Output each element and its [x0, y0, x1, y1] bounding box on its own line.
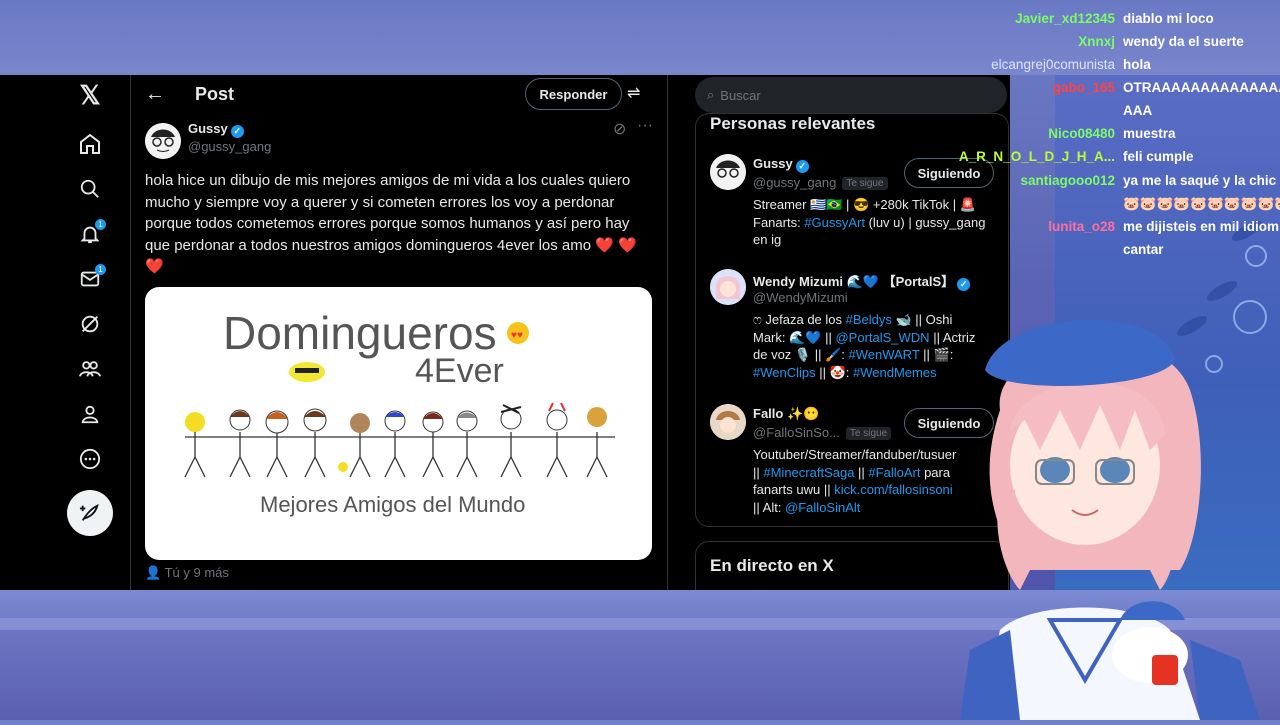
- notification-badge: 1: [95, 219, 106, 230]
- author-avatar[interactable]: [145, 123, 181, 159]
- chat-text: diablo mi loco: [1123, 11, 1214, 26]
- back-arrow-icon[interactable]: ←: [145, 83, 165, 106]
- person-handle[interactable]: @FalloSinSo... Te sigue: [753, 425, 892, 440]
- person-handle[interactable]: @WendyMizumi: [753, 290, 848, 305]
- page-title: Post: [195, 84, 235, 104]
- home-icon[interactable]: [74, 128, 106, 160]
- chat-message: santiagooo012 ya me la saqué y la chic: [960, 173, 1280, 193]
- chat-text: muestra: [1123, 126, 1176, 141]
- hashtag-link[interactable]: #MinecraftSaga: [763, 465, 854, 480]
- chat-message: Nico08480 muestra: [960, 126, 1280, 146]
- chat-text: me dijisteis en mil idiom: [1123, 219, 1280, 234]
- hashtag-link[interactable]: #WenWART: [849, 347, 920, 362]
- svg-text:♥♥: ♥♥: [511, 330, 523, 341]
- person-name[interactable]: Gussy ✓: [753, 156, 809, 173]
- verified-badge-icon: ✓: [795, 160, 809, 173]
- x-logo-icon[interactable]: 𝕏: [74, 79, 106, 111]
- post-detail-column: ← Post Responder ⇌ Gussy ✓ @gussy_gang ⊘ …: [131, 75, 668, 590]
- person-avatar[interactable]: [710, 404, 746, 440]
- mention-link[interactable]: @PortalS_WDN: [835, 330, 929, 345]
- more-options-icon[interactable]: ···: [637, 117, 653, 135]
- hashtag-link[interactable]: #FalloArt: [868, 465, 920, 480]
- relevant-people-title: Personas relevantes: [710, 114, 876, 133]
- chat-message: A_R_N_O_L_D_J_H_A... feli cumple: [958, 149, 1280, 169]
- chat-text: wendy da el suerte: [1123, 34, 1244, 49]
- author-handle[interactable]: @gussy_gang: [188, 139, 271, 154]
- chat-message: lunita_o28 me dijisteis en mil idiom: [960, 219, 1280, 239]
- post-body: hola hice un dibujo de mis mejores amigo…: [145, 172, 631, 254]
- post-text: hola hice un dibujo de mis mejores amigo…: [145, 170, 655, 278]
- person-icon: 👤: [145, 565, 165, 580]
- hashtag-link[interactable]: #WenClips: [753, 365, 816, 380]
- person-avatar[interactable]: [710, 269, 746, 305]
- chat-text: AAA: [1123, 103, 1153, 118]
- people-icon[interactable]: [74, 353, 106, 385]
- chat-username: Xnnxj: [1078, 34, 1115, 49]
- mention-link[interactable]: @FalloSinAlt: [785, 500, 860, 515]
- chat-message: cantar: [960, 242, 1280, 262]
- chat-message: 🐷🐷🐷🐷🐷🐷🐷🐷🐷🐷: [960, 196, 1280, 216]
- follows-you-tag: Te sigue: [842, 177, 888, 190]
- more-circle-icon[interactable]: [74, 443, 106, 475]
- compose-post-button[interactable]: [67, 490, 113, 536]
- chat-username: gabo_165: [1052, 80, 1115, 95]
- chat-text: OTRAAAAAAAAAAAAAA: [1123, 80, 1280, 95]
- sliders-icon[interactable]: ⇌: [627, 83, 640, 103]
- feather-icon: [79, 503, 99, 521]
- likes-summary[interactable]: 👤 Tú y 9 más: [145, 565, 229, 581]
- chat-username: santiagooo012: [1020, 173, 1115, 188]
- post-image-drawing[interactable]: Domingueros 4Ever ♥♥ Mejores Amigos del …: [145, 287, 652, 560]
- bell-icon[interactable]: 1: [74, 218, 106, 250]
- mail-icon[interactable]: 1: [74, 263, 106, 295]
- messages-badge: 1: [95, 264, 106, 275]
- verified-badge-icon: ✓: [230, 125, 244, 138]
- vtuber-avatar: [960, 300, 1280, 720]
- chat-text: ya me la saqué y la chic: [1123, 173, 1277, 188]
- search-icon: ⌕: [707, 87, 715, 102]
- person-handle[interactable]: @gussy_gang Te sigue: [753, 175, 888, 190]
- search-placeholder: Buscar: [720, 87, 761, 103]
- chat-username: Nico08480: [1048, 126, 1115, 141]
- chat-username: elcangrej0comunista: [991, 57, 1115, 72]
- chat-message: gabo_165 OTRAAAAAAAAAAAAAA: [960, 80, 1280, 100]
- hashtag-link[interactable]: #Beldys: [846, 312, 892, 327]
- left-nav: 𝕏 1 1: [0, 75, 131, 590]
- hashtag-link[interactable]: #GussyArt: [804, 215, 865, 230]
- chat-message: AAA: [960, 103, 1280, 123]
- drawing-subtitle: 4Ever: [415, 352, 504, 390]
- person-avatar[interactable]: [710, 154, 746, 190]
- follows-you-tag: Te sigue: [845, 427, 892, 440]
- reply-button[interactable]: Responder: [525, 78, 622, 110]
- grok-icon[interactable]: ⊘: [613, 119, 626, 139]
- chat-username: lunita_o28: [1048, 219, 1115, 234]
- chat-emotes: 🐷🐷🐷🐷🐷🐷🐷🐷🐷🐷: [1123, 196, 1280, 211]
- chat-username: A_R_N_O_L_D_J_H_A...: [958, 149, 1115, 164]
- chat-message: elcangrej0comunista hola: [960, 57, 1280, 77]
- person-icon[interactable]: [74, 398, 106, 430]
- chat-message: Xnnxj wendy da el suerte: [960, 34, 1280, 54]
- person-name[interactable]: Wendy Mizumi 🌊💙 【PortalS】 ✓: [753, 271, 971, 291]
- chat-message: Javier_xd12345 diablo mi loco: [960, 11, 1280, 31]
- external-link[interactable]: kick.com/fallosinsoni: [834, 482, 953, 497]
- friends-drawing: Domingueros 4Ever ♥♥ Mejores Amigos del …: [184, 307, 615, 517]
- grok-icon[interactable]: [74, 308, 106, 340]
- hashtag-link[interactable]: #WendMemes: [853, 365, 937, 380]
- person-name[interactable]: Fallo ✨😶: [753, 406, 819, 422]
- chat-text: feli cumple: [1123, 149, 1194, 164]
- chat-text: cantar: [1123, 242, 1164, 257]
- x-app-window: 𝕏 1 1 ← Post Responder ⇌ Gussy ✓ @gussy_…: [0, 75, 1010, 590]
- chat-text: hola: [1123, 57, 1151, 72]
- live-title: En directo en X: [710, 556, 834, 575]
- search-icon[interactable]: [74, 173, 106, 205]
- author-name[interactable]: Gussy ✓: [188, 121, 244, 138]
- drawing-caption: Mejores Amigos del Mundo: [260, 492, 525, 517]
- verified-badge-icon: ✓: [957, 278, 971, 291]
- chat-username: Javier_xd12345: [1015, 11, 1115, 26]
